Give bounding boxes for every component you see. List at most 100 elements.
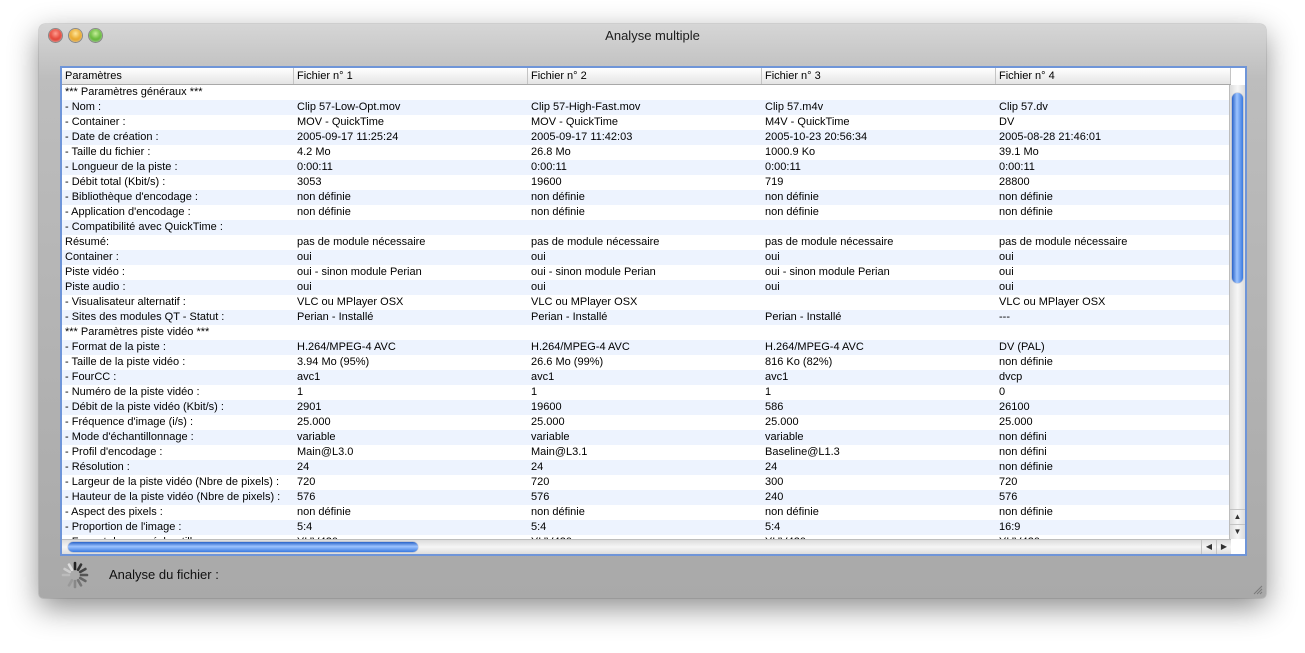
table-row[interactable]: - Taille de la piste vidéo : 3.94 Mo (95%…	[62, 355, 1231, 370]
value-cell: non définie	[999, 191, 1053, 203]
value-cell: 0:00:11	[999, 161, 1035, 173]
value-cell: oui	[999, 251, 1014, 263]
column-header-fichier-1[interactable]: Fichier n° 1	[294, 68, 528, 84]
column-header-fichier-3[interactable]: Fichier n° 3	[762, 68, 996, 84]
scroll-left-arrow-icon[interactable]: ◀	[1201, 540, 1216, 554]
table-row[interactable]: Container : oui oui oui oui	[62, 250, 1231, 265]
table-row[interactable]: - Débit de la piste vidéo (Kbit/s) : 2901…	[62, 400, 1231, 415]
value-cell: 25.000	[297, 416, 331, 428]
value-cell: Clip 57.m4v	[765, 101, 824, 113]
value-cell: 1	[297, 386, 304, 398]
scroll-down-arrow-icon[interactable]: ▼	[1230, 524, 1245, 539]
table-row[interactable]: - Fréquence d'image (i/s) : 25.000 25.000 2…	[62, 415, 1231, 430]
value-cell: 576	[999, 491, 1018, 503]
value-cell: avc1	[297, 371, 321, 383]
column-header-parametres[interactable]: Paramètres	[62, 68, 294, 84]
value-cell: non définie	[999, 356, 1053, 368]
parameter-cell: - Débit total (Kbit/s) :	[65, 176, 166, 188]
value-cell: non définie	[765, 206, 819, 218]
table-row[interactable]: - Longueur de la piste : 0:00:11 0:00:11 0:…	[62, 160, 1231, 175]
value-cell: non définie	[999, 206, 1053, 218]
table-row[interactable]: - Compatibilité avec QuickTime :	[62, 220, 1231, 235]
table-row[interactable]: - Hauteur de la piste vidéo (Nbre de pix…	[62, 490, 1231, 505]
value-cell: 19600	[531, 176, 562, 188]
value-cell	[528, 220, 762, 235]
table-row[interactable]: - Profil d'encodage : Main@L3.0 Main@L3.1 B…	[62, 445, 1231, 460]
parameter-cell: - Aspect des pixels :	[65, 506, 163, 518]
table-row[interactable]: - Largeur de la piste vidéo (Nbre de pix…	[62, 475, 1231, 490]
resize-grip-icon[interactable]	[1251, 583, 1263, 595]
table-row[interactable]: *** Paramètres généraux ***	[62, 85, 1231, 100]
table-row[interactable]: - Résolution : 24 24 24 non définie	[62, 460, 1231, 475]
value-cell: Main@L3.0	[297, 446, 354, 458]
value-cell: oui	[765, 251, 780, 263]
table-row[interactable]: Piste vidéo : oui - sinon module Perian ou…	[62, 265, 1231, 280]
table-row[interactable]: - Container : MOV - QuickTime MOV - QuickT…	[62, 115, 1231, 130]
parameter-cell: - Nom :	[65, 101, 102, 113]
value-cell: H.264/MPEG-4 AVC	[765, 341, 864, 353]
value-cell	[996, 325, 1231, 340]
value-cell: MOV - QuickTime	[297, 116, 384, 128]
value-cell: 25.000	[531, 416, 565, 428]
scroll-right-arrow-icon[interactable]: ▶	[1216, 540, 1231, 554]
table-body[interactable]: *** Paramètres généraux *** - Nom : Clip 5…	[62, 85, 1231, 539]
column-header-fichier-2[interactable]: Fichier n° 2	[528, 68, 762, 84]
table-row[interactable]: - Mode d'échantillonnage : variable variab…	[62, 430, 1231, 445]
value-cell: Clip 57-Low-Opt.mov	[297, 101, 401, 113]
table-row[interactable]: - Proportion de l'image : 5:4 5:4 5:4 16:9	[62, 520, 1231, 535]
value-cell: non définie	[765, 506, 819, 518]
value-cell	[528, 85, 762, 100]
parameter-cell: - Container :	[65, 116, 126, 128]
value-cell: 25.000	[999, 416, 1033, 428]
table-row[interactable]: - Date de création : 2005-09-17 11:25:24 2…	[62, 130, 1231, 145]
table-row[interactable]: - Sites des modules QT - Statut : Perian …	[62, 310, 1231, 325]
horizontal-scrollbar[interactable]: ◀ ▶	[62, 539, 1231, 554]
vertical-scrollbar[interactable]: ▲ ▼	[1229, 85, 1245, 539]
parameter-cell: - Résolution :	[65, 461, 130, 473]
value-cell: Perian - Installé	[531, 311, 608, 323]
value-cell: 0:00:11	[531, 161, 567, 173]
parameter-cell: - Fréquence d'image (i/s) :	[65, 416, 194, 428]
analysis-table[interactable]: Paramètres Fichier n° 1 Fichier n° 2 Fic…	[60, 66, 1247, 556]
horizontal-scroll-thumb[interactable]	[68, 542, 418, 552]
value-cell: H.264/MPEG-4 AVC	[531, 341, 630, 353]
parameter-cell: - Longueur de la piste :	[65, 161, 178, 173]
table-row[interactable]: - Bibliothèque d'encodage : non définie no…	[62, 190, 1231, 205]
table-row[interactable]: - Numéro de la piste vidéo : 1 1 1 0	[62, 385, 1231, 400]
column-header-fichier-4[interactable]: Fichier n° 4	[996, 68, 1231, 84]
vertical-scroll-thumb[interactable]	[1232, 93, 1243, 283]
parameter-cell: Résumé:	[65, 236, 110, 248]
value-cell: avc1	[531, 371, 555, 383]
title-bar[interactable]: Analyse multiple	[39, 24, 1266, 48]
value-cell: 26.8 Mo	[531, 146, 571, 158]
value-cell: Perian - Installé	[765, 311, 842, 323]
table-row[interactable]: Piste audio : oui oui oui oui	[62, 280, 1231, 295]
value-cell: oui	[765, 281, 780, 293]
value-cell: 720	[999, 476, 1018, 488]
value-cell: 28800	[999, 176, 1030, 188]
table-row[interactable]: - Nom : Clip 57-Low-Opt.mov Clip 57-High-F…	[62, 100, 1231, 115]
table-row[interactable]: - Format de la piste : H.264/MPEG-4 AVC H.…	[62, 340, 1231, 355]
value-cell: non défini	[999, 431, 1047, 443]
value-cell: non définie	[765, 191, 819, 203]
parameter-cell: - Visualisateur alternatif :	[65, 296, 186, 308]
table-row[interactable]: - Visualisateur alternatif : VLC ou MPlay…	[62, 295, 1231, 310]
value-cell: 586	[765, 401, 784, 413]
table-row[interactable]: - Taille du fichier : 4.2 Mo 26.8 Mo 1000.9…	[62, 145, 1231, 160]
table-row[interactable]: - FourCC : avc1 avc1 avc1 dvcp	[62, 370, 1231, 385]
table-row[interactable]: - Débit total (Kbit/s) : 3053 19600 719 2880…	[62, 175, 1231, 190]
value-cell: MOV - QuickTime	[531, 116, 618, 128]
value-cell: non définie	[999, 506, 1053, 518]
parameter-cell: - Compatibilité avec QuickTime :	[65, 221, 223, 233]
value-cell	[762, 325, 996, 340]
value-cell: oui - sinon module Perian	[765, 266, 890, 278]
value-cell: 300	[765, 476, 784, 488]
table-row[interactable]: Résumé: pas de module nécessaire pas de mo…	[62, 235, 1231, 250]
table-row[interactable]: - Application d'encodage : non définie non…	[62, 205, 1231, 220]
value-cell: 1000.9 Ko	[765, 146, 816, 158]
table-row[interactable]: *** Paramètres piste vidéo ***	[62, 325, 1231, 340]
scroll-up-arrow-icon[interactable]: ▲	[1230, 509, 1245, 524]
value-cell: 5:4	[297, 521, 313, 533]
table-row[interactable]: - Aspect des pixels : non définie non défi…	[62, 505, 1231, 520]
value-cell: 576	[297, 491, 316, 503]
